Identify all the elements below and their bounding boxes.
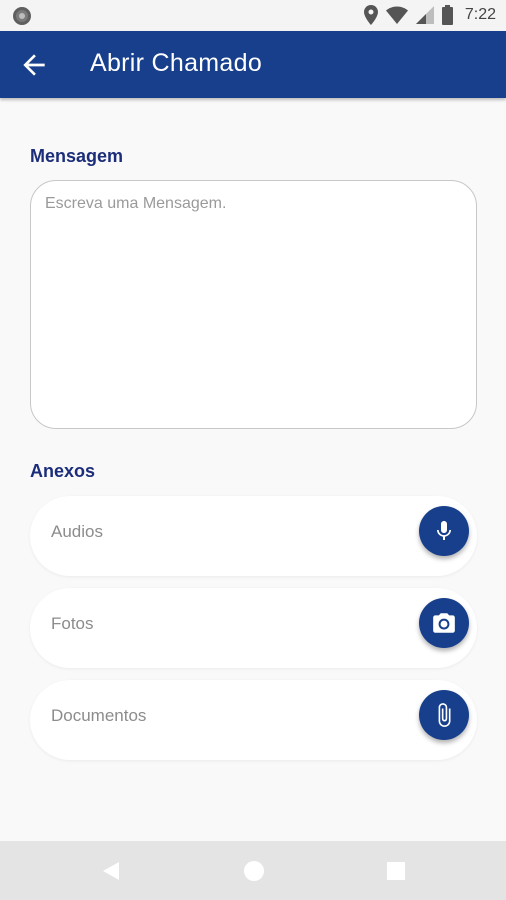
status-bar: 7:22 — [0, 0, 506, 31]
attachment-row-documentos: Documentos — [30, 680, 477, 760]
square-recents-icon — [387, 862, 405, 880]
status-icons: 7:22 — [363, 4, 496, 26]
camera-icon — [433, 613, 455, 633]
attachment-label: Fotos — [51, 614, 94, 633]
attachment-label: Documentos — [51, 706, 147, 725]
attachment-row-fotos: Fotos — [30, 588, 477, 668]
nav-recents-button[interactable] — [384, 859, 408, 883]
microphone-icon — [437, 521, 451, 540]
circle-home-icon — [244, 861, 264, 881]
battery-icon — [441, 5, 453, 25]
attach-document-button[interactable] — [419, 690, 469, 740]
notification-dot-icon — [13, 7, 31, 25]
triangle-back-icon — [103, 862, 119, 880]
signal-icon — [415, 6, 434, 24]
take-photo-button[interactable] — [419, 598, 469, 648]
wifi-icon — [385, 6, 408, 24]
status-time: 7:22 — [464, 6, 496, 23]
attachments-label: Anexos — [30, 461, 96, 481]
location-icon — [363, 5, 378, 25]
system-navigation-bar — [0, 841, 506, 900]
app-bar: Abrir Chamado — [0, 31, 506, 98]
back-button[interactable] — [18, 49, 50, 81]
attachment-label: Audios — [51, 522, 103, 541]
record-audio-button[interactable] — [419, 506, 469, 556]
nav-back-button[interactable] — [99, 859, 123, 883]
attachment-row-audios: Audios — [30, 496, 477, 576]
message-label: Mensagem — [30, 146, 124, 166]
message-box — [30, 180, 477, 429]
arrow-back-icon — [23, 54, 45, 76]
page-title: Abrir Chamado — [90, 49, 263, 77]
message-input[interactable] — [45, 195, 460, 415]
paperclip-icon — [438, 703, 451, 727]
nav-home-button[interactable] — [242, 859, 266, 883]
